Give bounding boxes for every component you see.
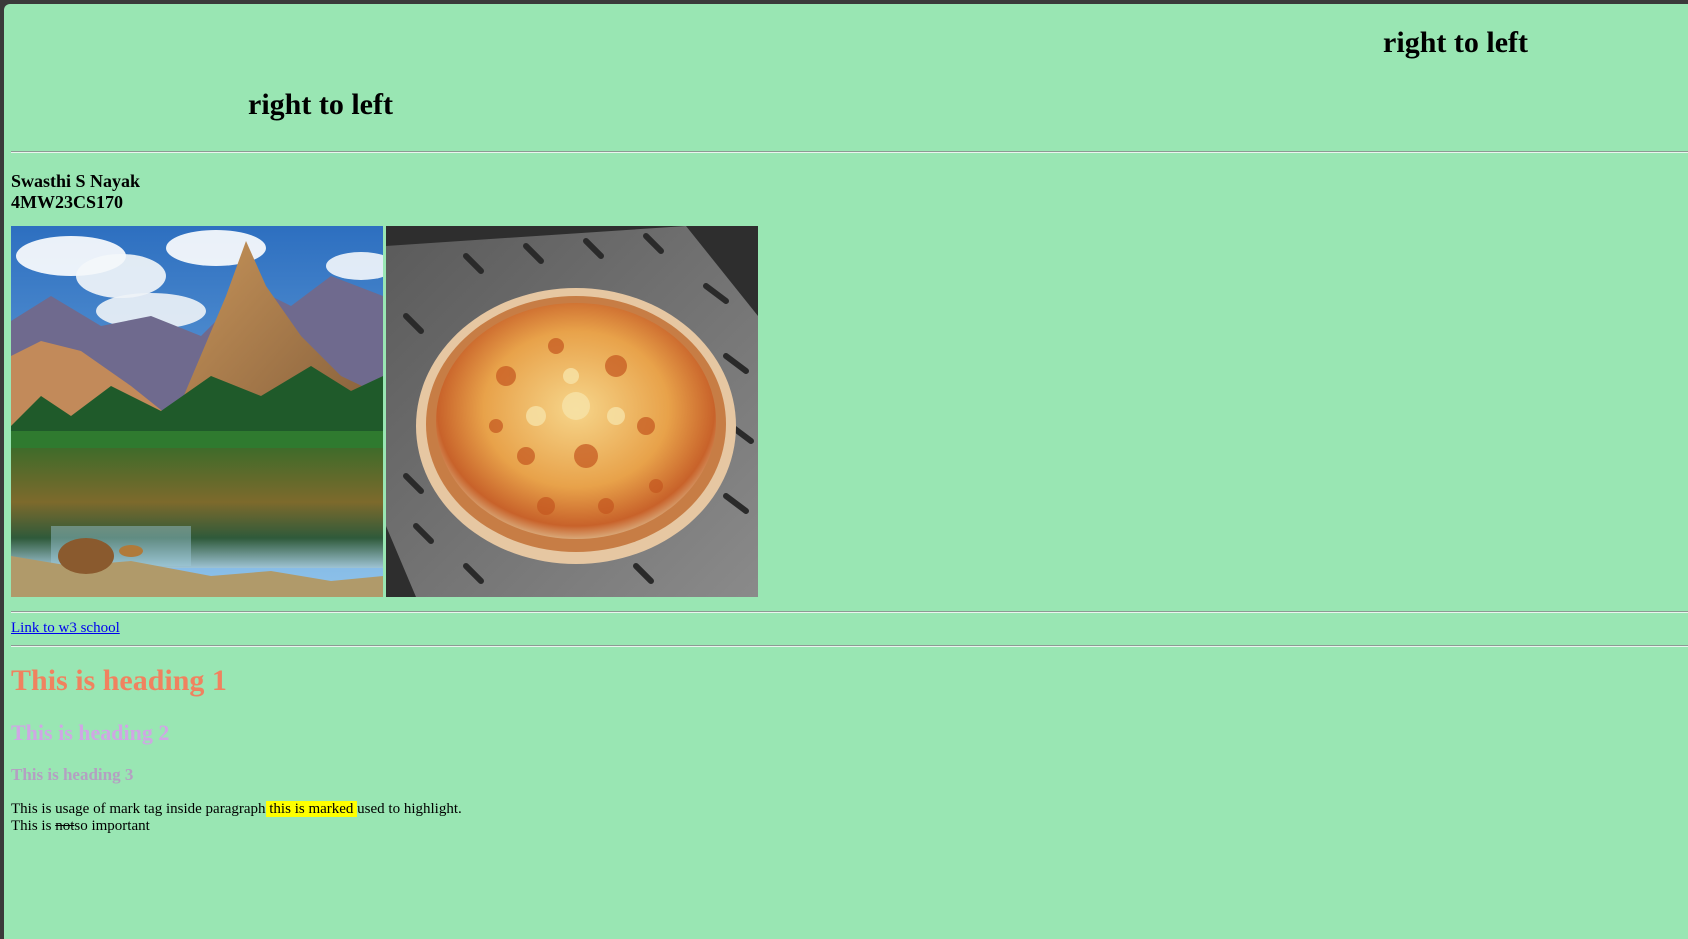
paragraph-text: This is usage of mark tag inside paragra… [11, 801, 266, 817]
horizontal-rule [11, 151, 1688, 153]
paragraph-text: used to highlight. [357, 801, 462, 817]
struck-text: not [55, 818, 75, 834]
horizontal-rule [11, 645, 1688, 647]
highlighted-text: this is marked [265, 801, 358, 817]
mountain-lake-image [11, 226, 383, 597]
author-usn: 4MW23CS170 [11, 192, 123, 212]
pizza-image [386, 226, 758, 597]
author-block: Swasthi S Nayak 4MW23CS170 [11, 171, 140, 213]
marquee-text-2: right to left [248, 88, 393, 121]
horizontal-rule [11, 611, 1688, 613]
page-body: right to left right to left Swasthi S Na… [4, 4, 1688, 939]
heading-2: This is heading 2 [11, 720, 170, 745]
author-name: Swasthi S Nayak [11, 171, 141, 191]
heading-1: This is heading 1 [11, 664, 227, 697]
paragraph-text: so important [74, 818, 150, 834]
w3school-link[interactable]: Link to w3 school [11, 620, 120, 637]
marquee-text-1: right to left [1383, 26, 1528, 59]
mark-paragraph: This is usage of mark tag inside paragra… [11, 801, 462, 835]
heading-3: This is heading 3 [11, 765, 134, 784]
paragraph-text: This is [11, 818, 56, 834]
